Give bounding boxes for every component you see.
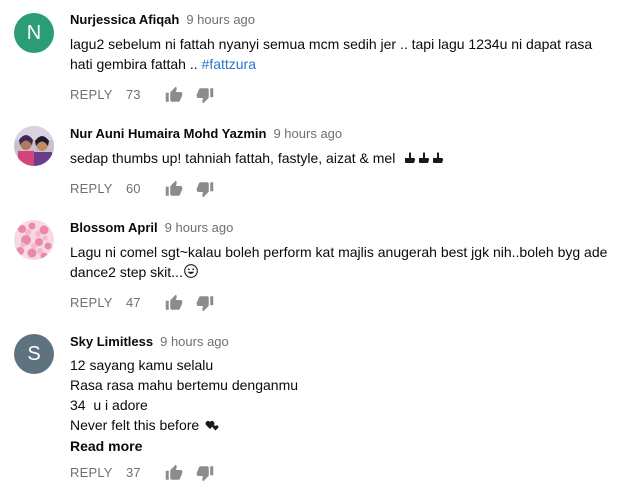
- reply-button[interactable]: REPLY: [70, 465, 113, 480]
- reply-button[interactable]: REPLY: [70, 181, 113, 196]
- like-count: 37: [126, 465, 141, 480]
- comment-timestamp[interactable]: 9 hours ago: [186, 12, 255, 27]
- comment-text-line: 12 sayang kamu selalu: [70, 357, 214, 373]
- comment-timestamp[interactable]: 9 hours ago: [160, 334, 229, 349]
- comment-text-line: 34 u i adore: [70, 397, 148, 413]
- comment-text: sedap thumbs up! tahniah fattah, fastyle…: [70, 148, 615, 169]
- comment-author[interactable]: Nurjessica Afiqah: [70, 12, 179, 27]
- comment-text-line: dance2 step skit...: [70, 264, 183, 280]
- two-hearts-icon: [205, 416, 220, 436]
- comment-text-line: Lagu ni comel sgt~kalau boleh perform ka…: [70, 244, 608, 260]
- avatar-letter: S: [27, 342, 41, 365]
- like-count: 47: [126, 295, 141, 310]
- thumbs-up-icon[interactable]: [165, 180, 183, 198]
- avatar[interactable]: [14, 126, 54, 166]
- avatar[interactable]: S: [14, 334, 54, 374]
- like-count: 60: [126, 181, 141, 196]
- comment-text-line: lagu2 sebelum ni fattah nyanyi semua mcm…: [70, 36, 593, 52]
- comment-actions: REPLY 47: [70, 294, 370, 312]
- thumbs-down-icon[interactable]: [196, 464, 214, 482]
- comment-author[interactable]: Sky Limitless: [70, 334, 153, 349]
- comment-text: Lagu ni comel sgt~kalau boleh perform ka…: [70, 242, 615, 283]
- comment-timestamp[interactable]: 9 hours ago: [165, 220, 234, 235]
- comment-author[interactable]: Blossom April: [70, 220, 158, 235]
- reply-button[interactable]: REPLY: [70, 295, 113, 310]
- comment-timestamp[interactable]: 9 hours ago: [273, 126, 342, 141]
- comment-text-line: Never felt this before: [70, 417, 200, 433]
- pointing-hand-icons: [403, 149, 445, 169]
- read-more-link[interactable]: Read more: [70, 436, 615, 456]
- thumbs-up-icon[interactable]: [165, 294, 183, 312]
- thumbs-up-icon[interactable]: [165, 86, 183, 104]
- avatar-letter: N: [26, 21, 42, 44]
- comment-text-line: Rasa rasa mahu bertemu denganmu: [70, 377, 299, 393]
- hashtag-link[interactable]: #fattzura: [202, 56, 256, 72]
- comment-text-line: sedap thumbs up! tahniah fattah, fastyle…: [70, 150, 396, 166]
- comment-text: lagu2 sebelum ni fattah nyanyi semua mcm…: [70, 34, 615, 74]
- comment-actions: REPLY 37: [70, 464, 370, 482]
- comment-author[interactable]: Nur Auni Humaira Mohd Yazmin: [70, 126, 266, 141]
- comment-actions: REPLY 73: [70, 86, 370, 104]
- avatar[interactable]: N: [14, 13, 54, 53]
- comment-text-line: hati gembira fattah ..: [70, 56, 202, 72]
- thumbs-down-icon[interactable]: [196, 86, 214, 104]
- avatar[interactable]: [14, 220, 54, 260]
- thumbs-down-icon[interactable]: [196, 180, 214, 198]
- thumbs-up-icon[interactable]: [165, 464, 183, 482]
- thumbs-down-icon[interactable]: [196, 294, 214, 312]
- like-count: 73: [126, 87, 141, 102]
- comment-actions: REPLY 60: [70, 180, 370, 198]
- grinning-face-icon: [183, 263, 198, 283]
- reply-button[interactable]: REPLY: [70, 87, 113, 102]
- comment-text: 12 sayang kamu selalu Rasa rasa mahu ber…: [70, 355, 615, 456]
